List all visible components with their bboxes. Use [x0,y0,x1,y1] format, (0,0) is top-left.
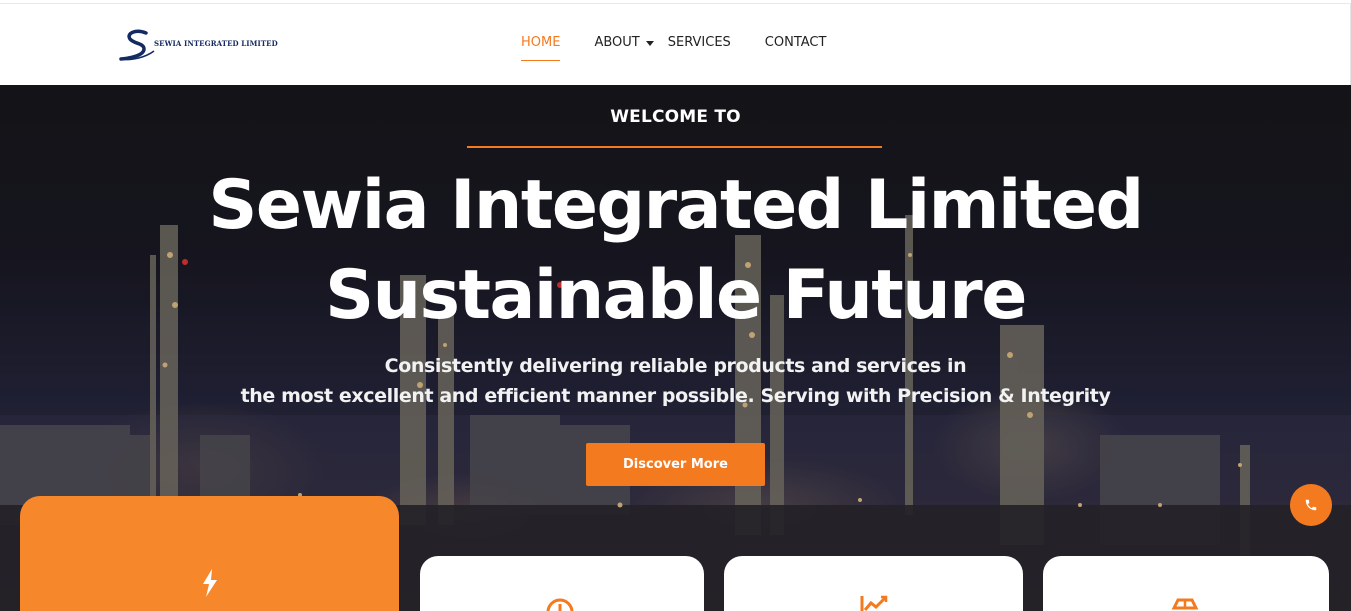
hero-title-line2: Sustainable Future [325,256,1027,335]
hero-subtitle-line2: the most excellent and efficient manner … [240,385,1111,407]
feature-card-4[interactable] [1043,556,1329,611]
trend-chart-icon [860,595,888,611]
hero-subtitle-line1: Consistently delivering reliable product… [384,355,967,377]
phone-call-button[interactable] [1290,484,1332,526]
store-icon [1171,598,1199,610]
feature-card-3[interactable] [724,556,1023,611]
hero-subtitle: Consistently delivering reliable product… [0,351,1351,411]
feature-card-2[interactable] [420,556,704,611]
nav-contact[interactable]: CONTACT [765,34,827,51]
main-nav: HOME ABOUT SERVICES CONTACT [521,34,826,62]
site-logo[interactable]: SEWIA INTEGRATED LIMITED [118,26,278,64]
nav-about[interactable]: ABOUT [594,34,654,51]
welcome-underline [467,146,882,148]
phone-icon [1305,499,1317,511]
nav-home[interactable]: HOME [521,34,561,61]
hero-title-line1: Sewia Integrated Limited [208,166,1144,245]
nav-services[interactable]: SERVICES [668,34,731,51]
gauge-icon [546,598,574,611]
welcome-label: WELCOME TO [610,107,741,127]
nav-about-label: ABOUT [594,35,640,50]
logo-s-icon [119,29,155,61]
logo-text: SEWIA INTEGRATED LIMITED [154,38,278,48]
hero-title: Sewia Integrated Limited Sustainable Fut… [0,161,1351,341]
feature-card-energy[interactable] [20,496,399,611]
lightning-icon [203,569,217,597]
chevron-down-icon [645,40,654,46]
site-header: SEWIA INTEGRATED LIMITED HOME ABOUT SERV… [0,4,1351,85]
discover-more-button[interactable]: Discover More [586,443,765,486]
